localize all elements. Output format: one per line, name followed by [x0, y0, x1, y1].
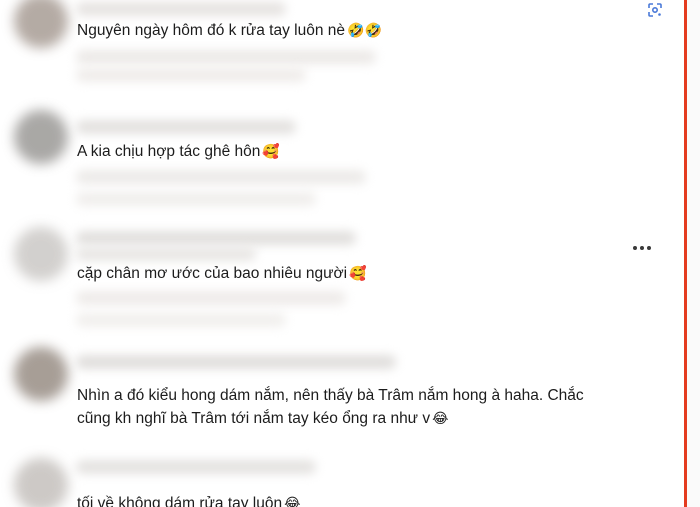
avatar[interactable]	[14, 347, 68, 401]
smiling-hearts-emoji-icon: 🥰	[349, 266, 367, 282]
laughing-tears-emoji-icon: 😂	[284, 496, 301, 507]
more-options-icon	[640, 246, 644, 250]
blurred-username	[76, 120, 296, 134]
comment-item: Nhìn a đó kiểu hong dám nắm, nên thấy bà…	[0, 343, 684, 453]
comment-text: cặp chân mơ ước của bao nhiêu người 🥰	[77, 265, 367, 282]
laughing-emoji-icon: 🤣🤣	[347, 23, 382, 39]
comment-feed: Nguyên ngày hôm đó k rửa tay luôn nè 🤣🤣 A…	[0, 0, 684, 507]
comment-text: tối về không dám rửa tay luôn 😂	[77, 492, 300, 507]
blurred-comment-meta	[76, 68, 306, 82]
comment-text: Nhìn a đó kiểu hong dám nắm, nên thấy bà…	[77, 387, 584, 427]
comment-item: tối về không dám rửa tay luôn 😂	[0, 450, 684, 507]
blurred-username	[76, 247, 256, 261]
blurred-comment-meta	[76, 192, 316, 206]
more-options-icon	[647, 246, 651, 250]
comment-text: A kia chịu hợp tác ghê hôn 🥰	[77, 143, 280, 160]
blurred-username	[76, 2, 286, 16]
comment-item: cặp chân mơ ước của bao nhiêu người 🥰	[0, 223, 684, 343]
avatar[interactable]	[14, 110, 68, 164]
scrollbar[interactable]	[684, 0, 700, 507]
avatar[interactable]	[14, 0, 68, 48]
more-options-icon	[633, 246, 637, 250]
blurred-username	[76, 231, 356, 245]
blurred-username	[76, 460, 316, 474]
comment-text: Nguyên ngày hôm đó k rửa tay luôn nè 🤣🤣	[77, 22, 382, 39]
smiling-hearts-emoji-icon: 🥰	[262, 144, 280, 160]
avatar[interactable]	[14, 458, 68, 507]
google-lens-icon	[648, 3, 662, 17]
comment-item: A kia chịu hợp tác ghê hôn 🥰	[0, 108, 684, 223]
blurred-username	[76, 355, 396, 369]
blurred-comment-meta	[76, 170, 366, 184]
blurred-comment-meta	[76, 50, 376, 64]
comment-item: Nguyên ngày hôm đó k rửa tay luôn nè 🤣🤣	[0, 0, 684, 110]
blurred-comment-meta	[76, 313, 286, 327]
laughing-tears-emoji-icon: 😂	[432, 411, 449, 427]
avatar[interactable]	[14, 227, 68, 281]
blurred-comment-meta	[76, 291, 346, 305]
google-lens-button[interactable]	[638, 0, 672, 20]
more-options-button[interactable]	[625, 236, 659, 260]
